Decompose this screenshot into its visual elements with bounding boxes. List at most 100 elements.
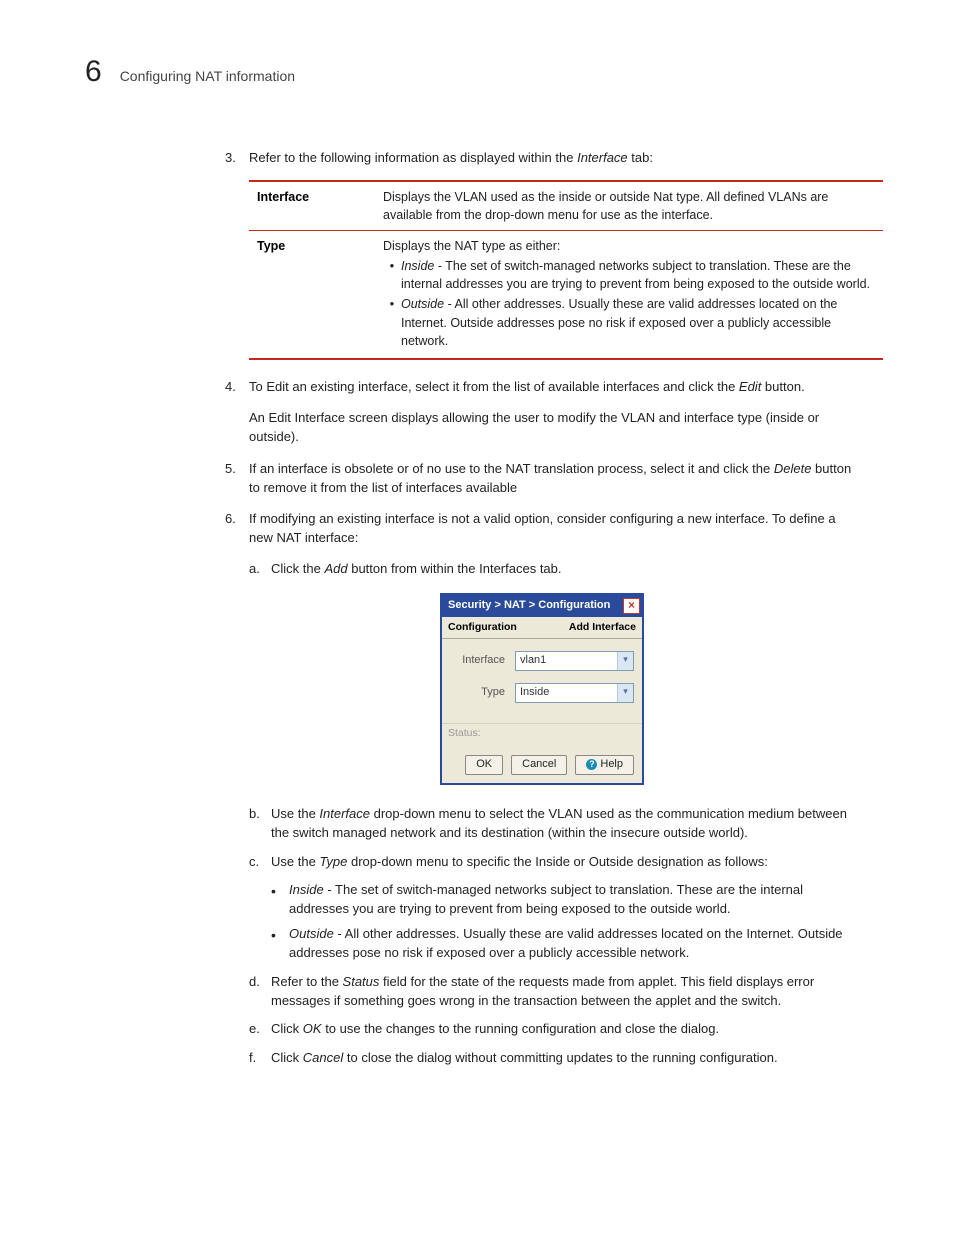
step-3: 3. Refer to the following information as… bbox=[225, 149, 859, 168]
substep-f: f. Click Cancel to close the dialog with… bbox=[249, 1049, 859, 1068]
type-row: Type Inside ▾ bbox=[450, 683, 634, 703]
text-fragment: To Edit an existing interface, select it… bbox=[249, 379, 739, 394]
substep-text: Use the Type drop-down menu to specific … bbox=[271, 853, 859, 872]
dialog-figure: Security > NAT > Configuration × Configu… bbox=[225, 593, 859, 785]
substep-letter: f. bbox=[249, 1049, 271, 1068]
chevron-down-icon: ▾ bbox=[617, 684, 633, 702]
text-fragment: - All other addresses. Usually these are… bbox=[401, 297, 837, 347]
help-icon: ? bbox=[586, 759, 597, 770]
substep-b: b. Use the Interface drop-down menu to s… bbox=[249, 805, 859, 843]
bullet-inside: • Inside - The set of switch-managed net… bbox=[271, 881, 859, 919]
subheader-right: Add Interface bbox=[569, 620, 636, 635]
text-fragment: Click bbox=[271, 1050, 303, 1065]
subheader-left: Configuration bbox=[448, 620, 517, 635]
dialog-titlebar: Security > NAT > Configuration × bbox=[442, 595, 642, 617]
substep-letter: c. bbox=[249, 853, 271, 872]
text-fragment: button from within the Interfaces tab. bbox=[348, 561, 562, 576]
substep-d: d. Refer to the Status field for the sta… bbox=[249, 973, 859, 1011]
interface-dropdown[interactable]: vlan1 ▾ bbox=[515, 651, 634, 671]
bullet-outside: • Outside - All other addresses. Usually… bbox=[271, 925, 859, 963]
substep-c: c. Use the Type drop-down menu to specif… bbox=[249, 853, 859, 872]
substep-letter: b. bbox=[249, 805, 271, 843]
emphasis: Type bbox=[319, 854, 347, 869]
field-description: Displays the VLAN used as the inside or … bbox=[375, 181, 883, 231]
emphasis: Interface bbox=[577, 150, 628, 165]
text-fragment: Click the bbox=[271, 561, 324, 576]
text-fragment: - The set of switch-managed networks sub… bbox=[289, 882, 803, 916]
text-fragment: Use the bbox=[271, 854, 319, 869]
close-icon[interactable]: × bbox=[623, 598, 640, 614]
text-fragment: Click bbox=[271, 1021, 303, 1036]
step-6: 6. If modifying an existing interface is… bbox=[225, 510, 859, 548]
type-label: Type bbox=[450, 685, 515, 701]
emphasis: OK bbox=[303, 1021, 322, 1036]
text-fragment: button. bbox=[761, 379, 804, 394]
bullet-icon: • bbox=[383, 295, 401, 349]
emphasis: Status bbox=[343, 974, 380, 989]
table-row: Type Displays the NAT type as either: • … bbox=[249, 231, 883, 359]
step-5: 5. If an interface is obsolete or of no … bbox=[225, 460, 859, 498]
field-description: Displays the NAT type as either: • Insid… bbox=[375, 231, 883, 359]
emphasis: Outside bbox=[289, 926, 334, 941]
help-button[interactable]: ?Help bbox=[575, 755, 634, 775]
bullet-icon: • bbox=[271, 925, 289, 963]
text-fragment: Displays the NAT type as either: bbox=[383, 237, 875, 255]
emphasis: Outside bbox=[401, 297, 444, 311]
type-dropdown[interactable]: Inside ▾ bbox=[515, 683, 634, 703]
substep-letter: d. bbox=[249, 973, 271, 1011]
emphasis: Interface bbox=[319, 806, 370, 821]
page-header: 6 Configuring NAT information bbox=[85, 55, 859, 89]
button-label: Cancel bbox=[522, 757, 556, 773]
text-fragment: to close the dialog without committing u… bbox=[343, 1050, 777, 1065]
step-text: To Edit an existing interface, select it… bbox=[249, 378, 859, 397]
emphasis: Edit bbox=[739, 379, 761, 394]
ok-button[interactable]: OK bbox=[465, 755, 503, 775]
field-label: Type bbox=[249, 231, 375, 359]
field-definition-table: Interface Displays the VLAN used as the … bbox=[249, 180, 883, 360]
substep-letter: a. bbox=[249, 560, 271, 579]
substep-text: Click Cancel to close the dialog without… bbox=[271, 1049, 859, 1068]
emphasis: Inside bbox=[289, 882, 324, 897]
text-fragment: to use the changes to the running config… bbox=[322, 1021, 720, 1036]
substep-a: a. Click the Add button from within the … bbox=[249, 560, 859, 579]
chapter-number: 6 bbox=[85, 55, 102, 89]
step-number: 4. bbox=[225, 378, 249, 397]
emphasis: Inside bbox=[401, 259, 434, 273]
text-fragment: tab: bbox=[628, 150, 653, 165]
substep-text: Click OK to use the changes to the runni… bbox=[271, 1020, 859, 1039]
dialog-title: Security > NAT > Configuration bbox=[448, 598, 610, 614]
text-fragment: - The set of switch-managed networks sub… bbox=[401, 259, 870, 291]
button-label: OK bbox=[476, 757, 492, 773]
chevron-down-icon: ▾ bbox=[617, 652, 633, 670]
dropdown-value: Inside bbox=[516, 684, 617, 702]
bullet-item: • Inside - The set of switch-managed net… bbox=[383, 257, 875, 293]
emphasis: Cancel bbox=[303, 1050, 343, 1065]
dialog-subheader: Configuration Add Interface bbox=[442, 617, 642, 639]
substep-text: Use the Interface drop-down menu to sele… bbox=[271, 805, 859, 843]
table-row: Interface Displays the VLAN used as the … bbox=[249, 181, 883, 231]
text-fragment: drop-down menu to specific the Inside or… bbox=[347, 854, 768, 869]
button-label: Help bbox=[600, 757, 623, 773]
substep-text: Click the Add button from within the Int… bbox=[271, 560, 859, 579]
field-label: Interface bbox=[249, 181, 375, 231]
step-4: 4. To Edit an existing interface, select… bbox=[225, 378, 859, 397]
step-text: Refer to the following information as di… bbox=[249, 149, 859, 168]
step-number: 3. bbox=[225, 149, 249, 168]
step-text: If an interface is obsolete or of no use… bbox=[249, 460, 859, 498]
interface-label: Interface bbox=[450, 653, 515, 669]
bullet-icon: • bbox=[383, 257, 401, 293]
interface-row: Interface vlan1 ▾ bbox=[450, 651, 634, 671]
chapter-title: Configuring NAT information bbox=[120, 68, 295, 84]
text-fragment: If an interface is obsolete or of no use… bbox=[249, 461, 774, 476]
dialog-button-bar: OK Cancel ?Help bbox=[442, 751, 642, 783]
text-fragment: Refer to the following information as di… bbox=[249, 150, 577, 165]
cancel-button[interactable]: Cancel bbox=[511, 755, 567, 775]
bullet-icon: • bbox=[271, 881, 289, 919]
substep-e: e. Click OK to use the changes to the ru… bbox=[249, 1020, 859, 1039]
step-number: 6. bbox=[225, 510, 249, 548]
dropdown-value: vlan1 bbox=[516, 652, 617, 670]
text-fragment: Refer to the bbox=[271, 974, 343, 989]
emphasis: Delete bbox=[774, 461, 812, 476]
status-label: Status: bbox=[442, 723, 642, 751]
add-interface-dialog: Security > NAT > Configuration × Configu… bbox=[440, 593, 644, 785]
